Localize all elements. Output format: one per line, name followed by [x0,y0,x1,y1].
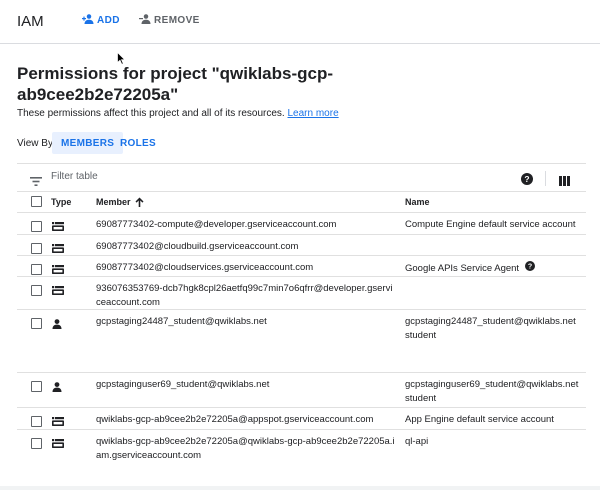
member-name: gcpstaging24487_student@qwiklabs.net stu… [405,316,576,341]
column-header-member[interactable]: Member [96,197,144,207]
remove-member-button[interactable]: REMOVE [139,14,200,27]
help-icon[interactable]: ? [521,172,533,190]
app-title: IAM [17,13,44,30]
svg-text:?: ? [524,174,529,184]
table-row: qwiklabs-gcp-ab9cee2b2e72205a@qwiklabs-g… [17,430,586,465]
row-checkbox[interactable] [31,416,42,427]
member-name: gcpstaginguser69_student@qwiklabs.net st… [405,379,579,404]
sort-ascending-icon [135,197,144,207]
member-email[interactable]: gcpstaging24487_student@qwiklabs.net [96,315,396,329]
filter-table-input[interactable] [51,171,351,182]
column-header-type[interactable]: Type [51,197,71,207]
service-account-icon [52,222,64,236]
row-checkbox[interactable] [31,318,42,329]
member-email[interactable]: 69087773402-compute@developer.gserviceac… [96,218,396,232]
table-row: 936076353769-dcb7hgk8cpl26aetfq99c7min7o… [17,277,586,310]
learn-more-link[interactable]: Learn more [288,108,339,119]
row-checkbox[interactable] [31,264,42,275]
member-email[interactable]: qwiklabs-gcp-ab9cee2b2e72205a@qwiklabs-g… [96,435,396,463]
table-row: 69087773402-compute@developer.gserviceac… [17,213,586,235]
subtitle-text: These permissions affect this project an… [17,108,285,119]
remove-label: REMOVE [154,15,200,26]
page-bottom-edge [0,486,600,490]
service-account-icon [52,286,64,300]
row-checkbox[interactable] [31,438,42,449]
row-checkbox[interactable] [31,381,42,392]
view-by-roles-toggle[interactable]: ROLES [111,132,165,154]
member-email[interactable]: 69087773402@cloudservices.gserviceaccoun… [96,261,396,275]
member-name: Compute Engine default service account [405,219,576,230]
filter-icon[interactable] [30,173,42,191]
help-icon[interactable]: ? [524,261,535,276]
table-row: gcpstaginguser69_student@qwiklabs.net gc… [17,373,586,408]
column-display-options-icon[interactable] [559,173,570,191]
top-app-bar: IAM ADD REMOVE [0,0,600,44]
member-name: App Engine default service account [405,414,554,425]
member-email[interactable]: 936076353769-dcb7hgk8cpl26aetfq99c7min7o… [96,282,396,310]
member-name: ql-api [405,436,429,447]
member-header-label: Member [96,197,131,207]
svg-text:?: ? [528,263,532,271]
row-checkbox[interactable] [31,221,42,232]
person-icon [52,319,62,334]
row-checkbox[interactable] [31,243,42,254]
service-account-icon [52,439,64,453]
add-member-button[interactable]: ADD [82,14,120,27]
person-remove-icon [139,14,154,27]
table-row: gcpstaging24487_student@qwiklabs.net gcp… [17,310,586,373]
table-row: qwiklabs-gcp-ab9cee2b2e72205a@appspot.gs… [17,408,586,430]
member-email[interactable]: 69087773402@cloudbuild.gserviceaccount.c… [96,240,396,254]
table-row: 69087773402@cloudbuild.gserviceaccount.c… [17,235,586,256]
page-title: Permissions for project "qwiklabs-gcp-ab… [17,64,334,104]
add-label: ADD [97,15,120,26]
row-checkbox[interactable] [31,285,42,296]
member-email[interactable]: qwiklabs-gcp-ab9cee2b2e72205a@appspot.gs… [96,413,396,427]
person-add-icon [82,14,97,27]
service-account-icon [52,417,64,431]
page-subtitle: These permissions affect this project an… [17,108,339,119]
member-name-with-help: Google APIs Service Agent ? [405,261,585,276]
select-all-checkbox[interactable] [31,196,42,207]
table-row: 69087773402@cloudservices.gserviceaccoun… [17,256,586,277]
person-icon [52,382,62,397]
member-email[interactable]: gcpstaginguser69_student@qwiklabs.net [96,378,396,392]
table-header-row: Type Member Name [17,192,586,213]
filter-bar: ? [17,163,586,192]
view-by-label: View By: [17,138,56,149]
member-name: Google APIs Service Agent [405,263,520,275]
toolbar-divider [545,171,546,186]
column-header-name[interactable]: Name [405,197,430,207]
